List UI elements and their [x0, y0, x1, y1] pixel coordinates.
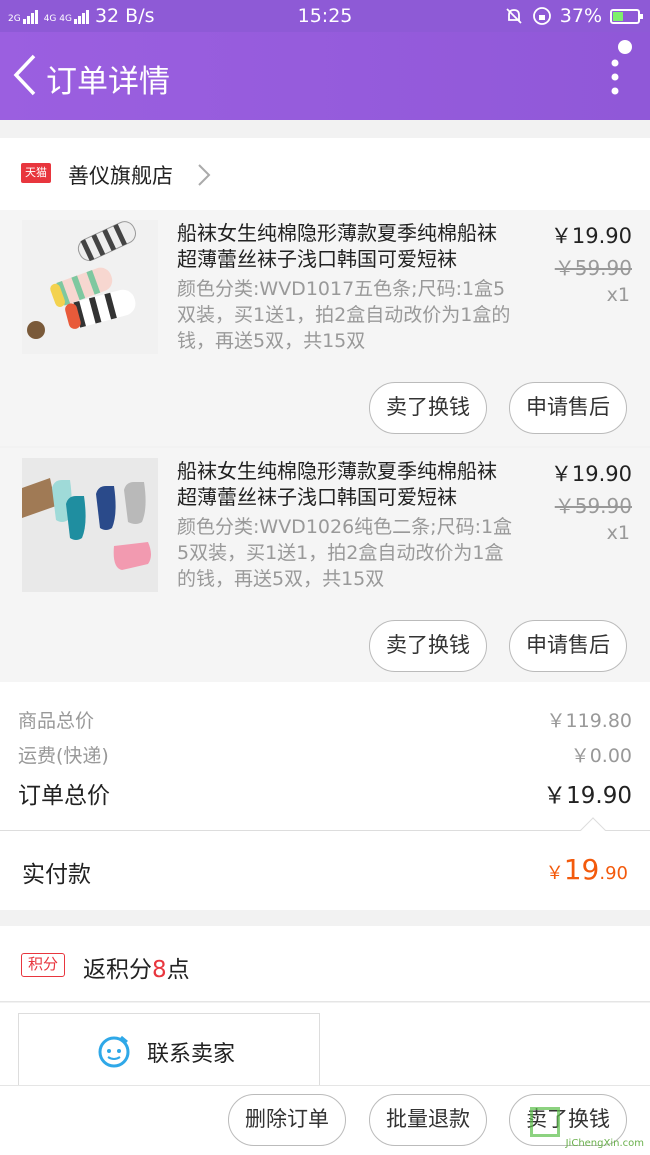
price-summary: 商品总价 ￥119.80 运费(快递) ￥0.00 订单总价 ￥19.90	[0, 682, 650, 830]
points-text: 返积分8点	[83, 950, 190, 984]
product-price: ￥19.90	[550, 224, 632, 248]
after-sale-button[interactable]: 申请售后	[509, 620, 627, 672]
product-quantity: x1	[606, 284, 630, 306]
product-price: ￥19.90	[550, 462, 632, 486]
watermark-text: JiChengXin.com	[565, 1138, 644, 1149]
points-row: 积分 返积分8点	[0, 926, 650, 1002]
contact-seller-button[interactable]: 联系卖家	[18, 1013, 320, 1089]
status-right: 37%	[504, 5, 643, 27]
chat-face-icon	[98, 1035, 130, 1068]
points-badge: 积分	[21, 953, 65, 977]
rotation-lock-icon	[532, 7, 551, 25]
product-thumbnail[interactable]	[22, 458, 158, 592]
shop-row[interactable]: 天猫 善仪旗舰店	[0, 138, 650, 210]
paid-currency: ￥	[545, 863, 564, 884]
notification-dot	[618, 40, 632, 54]
points-suffix: 点	[166, 957, 190, 983]
tmall-badge: 天猫	[21, 163, 51, 183]
product-title[interactable]: 船袜女生纯棉隐形薄款夏季纯棉船袜超薄蕾丝袜子浅口韩国可爱短袜	[177, 220, 507, 272]
more-options-icon[interactable]	[610, 58, 620, 96]
order-item: 船袜女生纯棉隐形薄款夏季纯棉船袜超薄蕾丝袜子浅口韩国可爱短袜 颜色分类:WVD1…	[0, 448, 650, 684]
order-total-label: 订单总价	[18, 783, 110, 809]
sell-exchange-button[interactable]: 卖了换钱	[369, 620, 487, 672]
product-thumbnail[interactable]	[22, 220, 158, 354]
product-original-price: ￥59.90	[554, 256, 632, 280]
delete-order-button[interactable]: 删除订单	[228, 1094, 346, 1146]
solid-socks-image	[22, 458, 158, 592]
order-total-value: ￥19.90	[543, 783, 632, 809]
mute-bell-icon	[506, 8, 522, 24]
status-bar: 2G 4G 4G 32 B/s 15:25 37%	[0, 0, 650, 32]
striped-socks-image	[22, 220, 158, 354]
paid-amount-row: 实付款 ￥19.90	[0, 817, 650, 910]
app-bar: 订单详情	[0, 32, 650, 120]
product-quantity: x1	[606, 522, 630, 544]
shipping-value: ￥0.00	[570, 745, 632, 767]
batch-refund-button[interactable]: 批量退款	[369, 1094, 487, 1146]
product-title[interactable]: 船袜女生纯棉隐形薄款夏季纯棉船袜超薄蕾丝袜子浅口韩国可爱短袜	[177, 458, 507, 510]
sell-exchange-button[interactable]: 卖了换钱	[369, 382, 487, 434]
chevron-right-icon	[198, 164, 211, 186]
bottom-action-bar: 删除订单 批量退款 卖了换钱 JiChengXin.com	[0, 1085, 650, 1155]
goods-total-value: ￥119.80	[546, 710, 632, 732]
contact-seller-label: 联系卖家	[147, 1042, 236, 1067]
product-spec: 颜色分类:WVD1026纯色二条;尺码:1盒5双装，买1送1，拍2盒自动改价为1…	[177, 516, 513, 590]
contact-area: 联系卖家	[0, 1003, 650, 1089]
back-arrow-icon[interactable]	[10, 52, 40, 98]
watermark-logo	[530, 1107, 560, 1137]
shop-name: 善仪旗舰店	[68, 164, 173, 188]
paid-integer: 19	[563, 853, 600, 886]
goods-total-label: 商品总价	[18, 710, 95, 732]
points-amount: 8	[152, 957, 167, 983]
paid-label: 实付款	[22, 862, 91, 888]
battery-percent: 37%	[559, 5, 602, 27]
battery-icon	[610, 8, 643, 24]
product-spec: 颜色分类:WVD1017五色条;尺码:1盒5双装，买1送1，拍2盒自动改价为1盒…	[177, 278, 511, 352]
points-prefix: 返积分	[83, 957, 152, 983]
product-original-price: ￥59.90	[554, 494, 632, 518]
order-item: 船袜女生纯棉隐形薄款夏季纯棉船袜超薄蕾丝袜子浅口韩国可爱短袜 颜色分类:WVD1…	[0, 210, 650, 446]
paid-decimal: .90	[599, 863, 628, 884]
page-title: 订单详情	[46, 64, 170, 100]
paid-amount: ￥19.90	[546, 853, 628, 886]
shipping-label: 运费(快递)	[18, 745, 109, 767]
after-sale-button[interactable]: 申请售后	[509, 382, 627, 434]
